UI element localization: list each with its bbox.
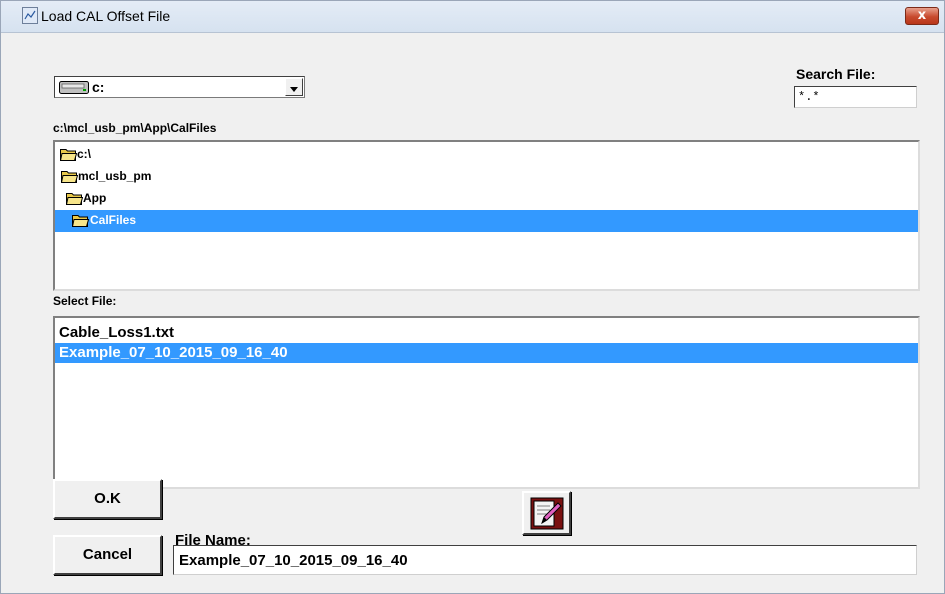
directory-item[interactable]: App — [55, 188, 918, 210]
file-item[interactable]: Cable_Loss1.txt — [55, 323, 918, 343]
file-list[interactable]: Cable_Loss1.txt Example_07_10_2015_09_16… — [53, 316, 920, 489]
search-file-label: Search File: — [796, 66, 876, 82]
edit-file-icon — [530, 497, 564, 530]
dialog-window: Load CAL Offset File x c: Search File: c… — [0, 0, 945, 594]
select-file-label: Select File: — [53, 294, 117, 308]
file-item-label: Cable_Loss1.txt — [59, 324, 175, 341]
directory-item-label: mcl_usb_pm — [78, 169, 152, 183]
directory-item-selected[interactable]: CalFiles — [55, 210, 918, 232]
directory-item[interactable]: c:\ — [55, 144, 918, 166]
drive-icon — [59, 81, 89, 94]
ok-button[interactable]: O.K — [53, 479, 162, 519]
app-icon — [22, 7, 38, 24]
close-icon: x — [917, 8, 927, 23]
search-file-input[interactable] — [794, 86, 917, 108]
close-button[interactable]: x — [905, 7, 939, 25]
directory-item[interactable]: mcl_usb_pm — [55, 166, 918, 188]
dialog-body: c: Search File: c:\mcl_usb_pm\App\CalFil… — [1, 33, 944, 593]
folder-open-icon — [61, 171, 78, 183]
directory-list[interactable]: c:\ mcl_usb_pm App CalFiles — [53, 140, 920, 291]
file-item-selected[interactable]: Example_07_10_2015_09_16_40 — [55, 343, 918, 363]
folder-open-icon — [66, 193, 83, 205]
drive-dropdown-button[interactable] — [285, 78, 303, 96]
title-bar[interactable]: Load CAL Offset File x — [1, 1, 944, 33]
cancel-button[interactable]: Cancel — [53, 535, 162, 575]
directory-item-label: App — [83, 191, 107, 205]
file-name-input[interactable] — [173, 545, 917, 575]
chevron-down-icon — [290, 87, 298, 92]
folder-open-icon — [60, 149, 77, 161]
directory-item-label: CalFiles — [90, 213, 137, 227]
drive-select[interactable]: c: — [54, 76, 305, 98]
edit-file-button[interactable] — [522, 491, 571, 535]
drive-value: c: — [92, 79, 105, 95]
file-item-label: Example_07_10_2015_09_16_40 — [59, 344, 288, 361]
current-path: c:\mcl_usb_pm\App\CalFiles — [53, 121, 217, 135]
folder-open-icon — [72, 215, 89, 227]
directory-item-label: c:\ — [77, 147, 92, 161]
window-title: Load CAL Offset File — [41, 8, 171, 24]
